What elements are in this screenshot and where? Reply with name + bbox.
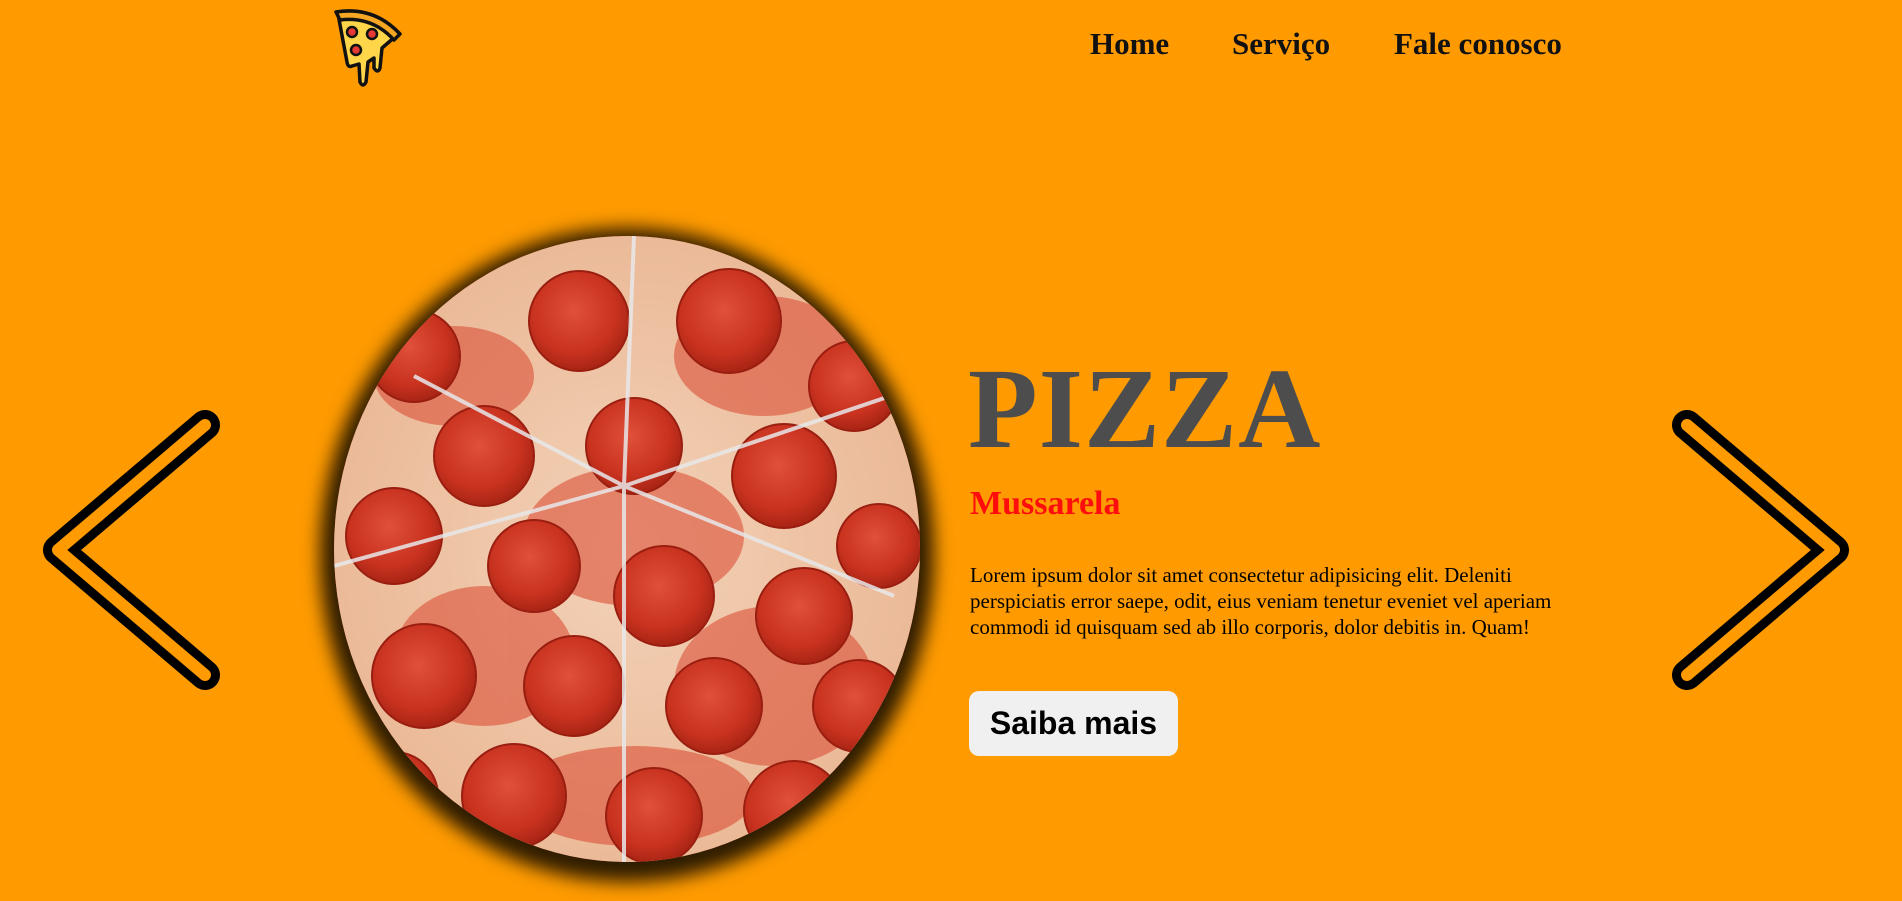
nav-home-link[interactable]: Home bbox=[1090, 26, 1169, 62]
chevron-left-icon[interactable] bbox=[40, 395, 230, 705]
saiba-mais-button[interactable]: Saiba mais bbox=[969, 691, 1178, 756]
main-nav: Home Serviço Fale conosco bbox=[1090, 26, 1580, 66]
hero-description: Lorem ipsum dolor sit amet consectetur a… bbox=[970, 563, 1552, 639]
nav-fale-conosco-link[interactable]: Fale conosco bbox=[1394, 26, 1562, 62]
nav-servico-link[interactable]: Serviço bbox=[1232, 26, 1330, 62]
pizza-slice-icon[interactable] bbox=[332, 6, 402, 90]
hero-subtitle: Mussarela bbox=[970, 485, 1121, 522]
hero-title: PIZZA bbox=[968, 345, 1322, 472]
chevron-right-icon[interactable] bbox=[1662, 395, 1852, 705]
pepperoni-pizza-image bbox=[334, 236, 920, 862]
